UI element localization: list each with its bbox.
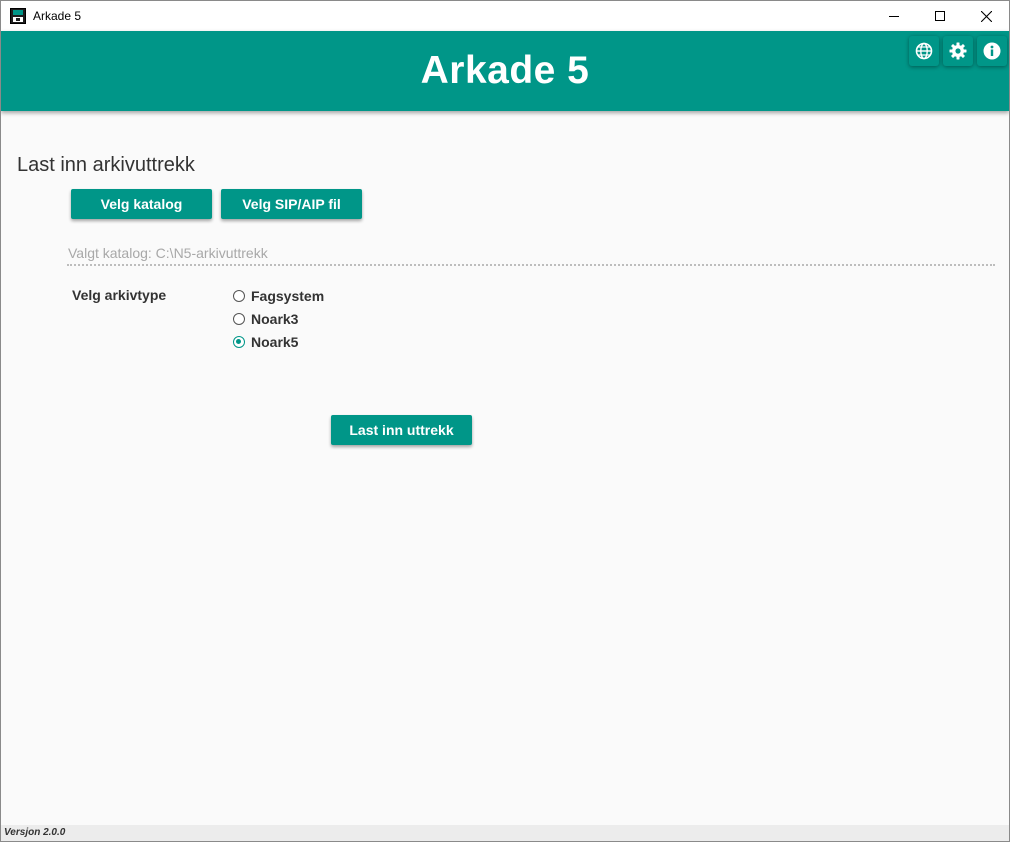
load-extract-button[interactable]: Last inn uttrekk [331, 415, 472, 445]
choose-folder-button[interactable]: Velg katalog [71, 189, 212, 219]
radio-button-checked[interactable] [233, 336, 245, 348]
section-title: Last inn arkivuttrekk [17, 154, 195, 176]
maximize-icon [935, 11, 945, 21]
radio-label-fagsystem: Fagsystem [251, 288, 325, 304]
app-header: Arkade 5 [1, 31, 1009, 111]
language-button[interactable] [909, 36, 939, 66]
archive-type-label: Velg arkivtype [72, 287, 167, 303]
minimize-button[interactable] [871, 1, 917, 31]
globe-icon [915, 42, 933, 60]
settings-button[interactable] [943, 36, 973, 66]
close-icon [980, 10, 992, 22]
radio-noark3[interactable]: Noark3 [233, 310, 298, 328]
version-label: Versjon 2.0.0 [4, 827, 66, 838]
info-icon [983, 42, 1001, 60]
radio-button-unchecked[interactable] [233, 290, 245, 302]
window-title: Arkade 5 [33, 9, 82, 23]
status-bar: Versjon 2.0.0 [1, 825, 1009, 841]
app-icon [10, 8, 26, 24]
radio-label-noark3: Noark3 [251, 311, 299, 327]
radio-label-noark5: Noark5 [251, 334, 299, 350]
app-window: Arkade 5 Arkade 5 Last inn arkivuttrekk … [0, 0, 1010, 842]
about-button[interactable] [977, 36, 1007, 66]
title-bar: Arkade 5 [1, 1, 1009, 31]
path-underline-divider [67, 264, 995, 266]
minimize-icon [889, 16, 899, 17]
choose-sip-aip-file-button[interactable]: Velg SIP/AIP fil [221, 189, 362, 219]
app-title: Arkade 5 [420, 49, 590, 92]
maximize-button[interactable] [917, 1, 963, 31]
radio-fagsystem[interactable]: Fagsystem [233, 287, 324, 305]
selected-folder-path: Valgt katalog: C:\N5-arkivuttrekk [68, 245, 268, 261]
gear-icon [949, 42, 967, 60]
close-button[interactable] [963, 1, 1009, 31]
radio-button-unchecked[interactable] [233, 313, 245, 325]
radio-noark5[interactable]: Noark5 [233, 333, 298, 351]
